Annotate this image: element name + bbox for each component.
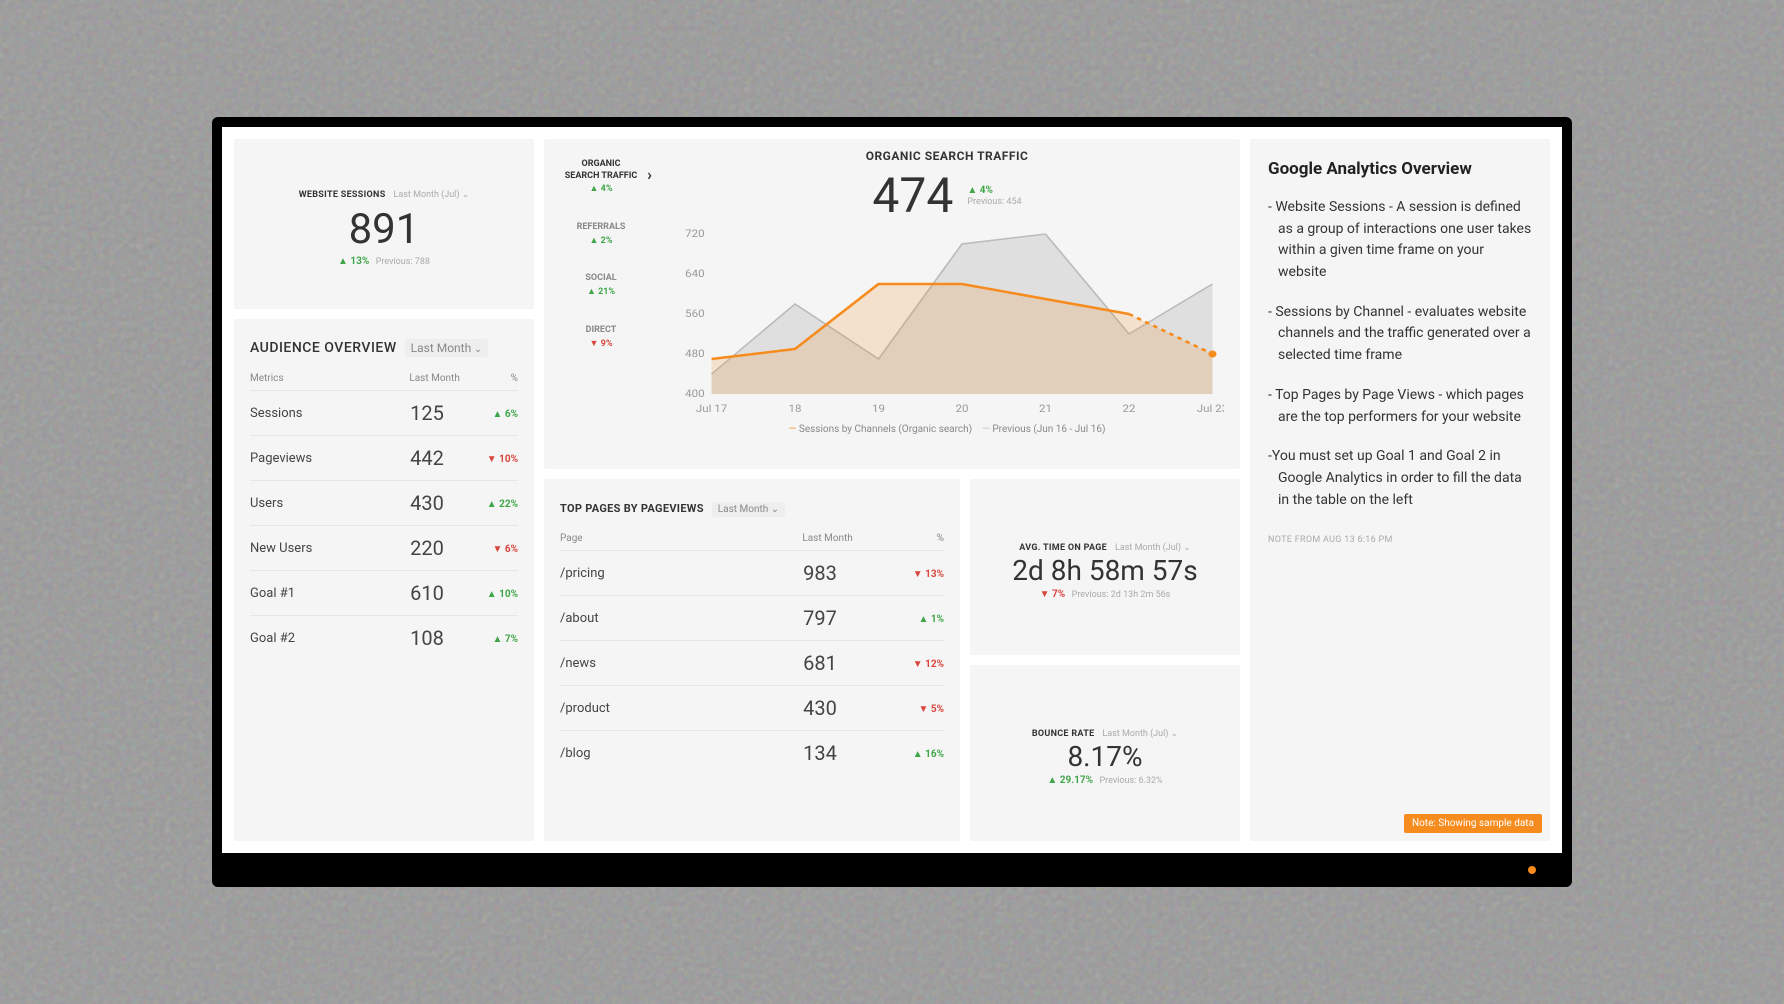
sessions-delta: ▲ 13%: [338, 256, 369, 267]
channel-tab[interactable]: ORGANICSEARCH TRAFFIC›▲ 4%: [554, 159, 648, 196]
svg-text:19: 19: [872, 403, 885, 415]
chart-previous: Previous: 454: [967, 197, 1021, 207]
chart-legend: — Sessions by Channels (Organic search) …: [670, 424, 1224, 435]
info-card: Google Analytics Overview - Website Sess…: [1250, 139, 1550, 841]
sessions-value: 891: [349, 205, 420, 254]
info-item: - Sessions by Channel - evaluates websit…: [1268, 302, 1532, 367]
bounce-value: 8.17%: [1067, 740, 1142, 773]
sample-data-badge: Note: Showing sample data: [1404, 814, 1542, 833]
avgtime-label: AVG. TIME ON PAGE: [1019, 543, 1107, 553]
chart-delta: ▲ 4%: [967, 185, 993, 196]
table-row: Goal #1610▲ 10%: [250, 571, 518, 616]
channel-tab[interactable]: DIRECT▼ 9%: [554, 325, 648, 350]
audience-col-pct: %: [460, 367, 518, 391]
table-row: /product430▼ 5%: [560, 686, 944, 731]
channel-tabs: ORGANICSEARCH TRAFFIC›▲ 4% REFERRALS▲ 2% S…: [544, 139, 654, 469]
table-row: Goal #2108▲ 7%: [250, 616, 518, 661]
svg-text:480: 480: [685, 348, 704, 360]
pages-col-page: Page: [560, 527, 706, 551]
avg-time-card: AVG. TIME ON PAGE Last Month (Jul) ⌄ 2d …: [970, 479, 1240, 655]
traffic-chart: 400 480 560 640 720 Jul 17 18 19 20 21 22 Jul 23: [670, 228, 1224, 418]
chart-value: 474: [872, 167, 953, 224]
audience-col-metric: Metrics: [250, 367, 366, 391]
audience-period-dropdown[interactable]: Last Month: [405, 339, 488, 357]
top-pages-dropdown[interactable]: Last Month: [712, 502, 785, 517]
audience-col-value: Last Month: [366, 367, 460, 391]
note-timestamp: NOTE FROM AUG 13 6:16 PM: [1268, 535, 1532, 545]
table-row: Users430▲ 22%: [250, 481, 518, 526]
svg-text:20: 20: [956, 403, 969, 415]
table-row: /pricing983▼ 13%: [560, 551, 944, 596]
chevron-right-icon: ›: [647, 165, 652, 186]
bounce-delta: ▲ 29.17%: [1047, 775, 1093, 786]
svg-text:720: 720: [685, 228, 704, 240]
svg-text:Jul 17: Jul 17: [696, 403, 727, 415]
legend-previous: Previous (Jun 16 - Jul 16): [992, 424, 1105, 435]
info-list: - Website Sessions - A session is define…: [1268, 197, 1532, 511]
table-row: Sessions125▲ 6%: [250, 391, 518, 436]
top-pages-title: TOP PAGES BY PAGEVIEWS: [560, 502, 704, 515]
svg-text:22: 22: [1122, 403, 1135, 415]
bounce-label: BOUNCE RATE: [1032, 729, 1095, 739]
table-row: Pageviews442▼ 10%: [250, 436, 518, 481]
svg-text:560: 560: [685, 308, 704, 320]
top-pages-table: Page Last Month % /pricing983▼ 13%/about…: [560, 527, 944, 775]
bounce-rate-card: BOUNCE RATE Last Month (Jul) ⌄ 8.17% ▲ 2…: [970, 665, 1240, 841]
audience-table: Metrics Last Month % Sessions125▲ 6%Page…: [250, 367, 518, 660]
sessions-label: WEBSITE SESSIONS: [299, 190, 386, 200]
info-item: - Top Pages by Page Views - which pages …: [1268, 385, 1532, 428]
info-item: -You must set up Goal 1 and Goal 2 in Go…: [1268, 446, 1532, 511]
avgtime-value: 2d 8h 58m 57s: [1012, 554, 1197, 587]
avgtime-previous: Previous: 2d 13h 2m 56s: [1072, 590, 1171, 600]
channel-tab[interactable]: SOCIAL▲ 21%: [554, 273, 648, 298]
svg-text:18: 18: [789, 403, 802, 415]
bounce-period-dropdown[interactable]: Last Month (Jul) ⌄: [1102, 729, 1178, 739]
dashboard-screen: WEBSITE SESSIONS Last Month (Jul) ⌄ 891 …: [222, 127, 1562, 853]
info-title: Google Analytics Overview: [1268, 159, 1532, 179]
table-row: /blog134▲ 16%: [560, 731, 944, 776]
monitor-frame: WEBSITE SESSIONS Last Month (Jul) ⌄ 891 …: [212, 117, 1572, 887]
info-item: - Website Sessions - A session is define…: [1268, 197, 1532, 284]
legend-current: Sessions by Channels (Organic search): [799, 424, 972, 435]
svg-text:640: 640: [685, 268, 704, 280]
channel-tab[interactable]: REFERRALS▲ 2%: [554, 222, 648, 247]
pages-col-value: Last Month: [706, 527, 853, 551]
top-pages-card: TOP PAGES BY PAGEVIEWS Last Month Page L…: [544, 479, 960, 841]
svg-text:400: 400: [685, 388, 704, 400]
avgtime-period-dropdown[interactable]: Last Month (Jul) ⌄: [1115, 543, 1191, 553]
pages-col-pct: %: [853, 527, 944, 551]
sessions-period-dropdown[interactable]: Last Month (Jul) ⌄: [394, 190, 470, 200]
table-row: /about797▲ 1%: [560, 596, 944, 641]
svg-text:Jul 23: Jul 23: [1197, 403, 1224, 415]
organic-traffic-card: ORGANICSEARCH TRAFFIC›▲ 4% REFERRALS▲ 2% S…: [544, 139, 1240, 469]
bounce-previous: Previous: 6.32%: [1099, 776, 1162, 786]
website-sessions-card: WEBSITE SESSIONS Last Month (Jul) ⌄ 891 …: [234, 139, 534, 309]
avgtime-delta: ▼ 7%: [1040, 589, 1066, 600]
table-row: New Users220▼ 6%: [250, 526, 518, 571]
svg-text:21: 21: [1039, 403, 1052, 415]
table-row: /news681▼ 12%: [560, 641, 944, 686]
chart-title: ORGANIC SEARCH TRAFFIC: [670, 149, 1224, 163]
audience-overview-card: AUDIENCE OVERVIEW Last Month Metrics Las…: [234, 319, 534, 841]
audience-title: AUDIENCE OVERVIEW: [250, 340, 397, 356]
sessions-previous: Previous: 788: [376, 257, 430, 267]
